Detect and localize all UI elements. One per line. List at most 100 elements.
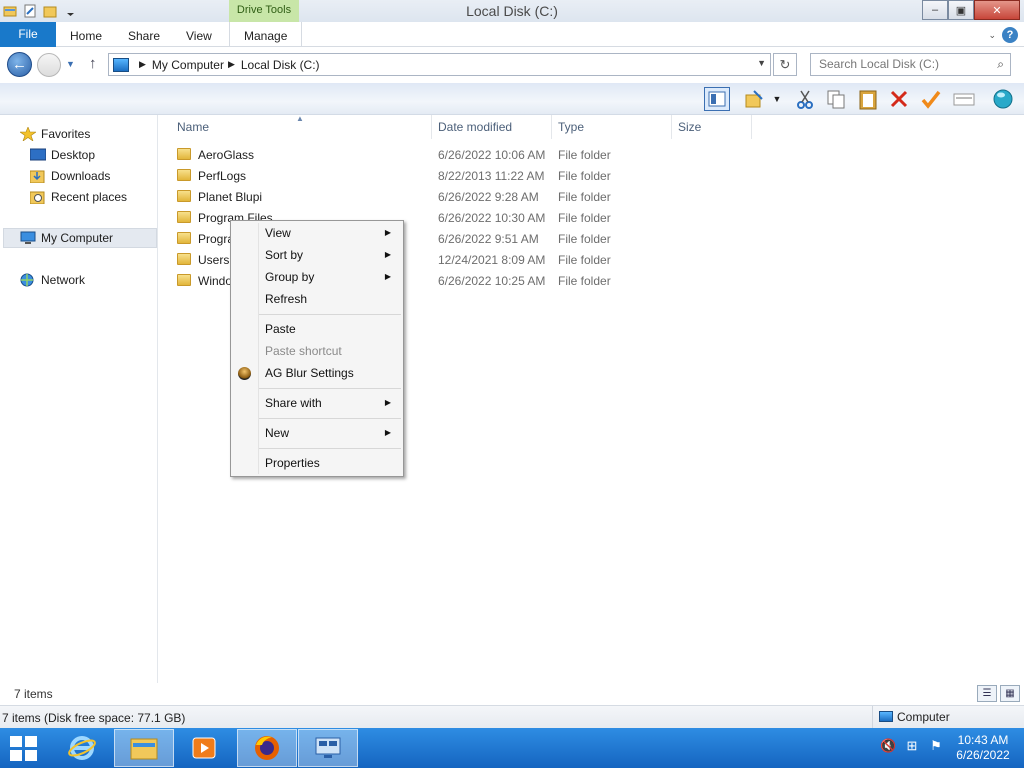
start-button[interactable] xyxy=(10,736,38,762)
folder-icon xyxy=(177,274,191,286)
cut-icon[interactable] xyxy=(792,87,818,111)
ribbon-tabs: File Home Share View Manage ⌄ ? xyxy=(0,22,1024,47)
list-item[interactable]: AeroGlass 6/26/2022 10:06 AM File folder xyxy=(177,145,617,166)
menu-item-new-label: New xyxy=(265,426,290,440)
copy-icon[interactable] xyxy=(823,87,849,111)
address-dropdown-icon[interactable]: ▼ xyxy=(757,58,766,68)
address-bar[interactable]: ▶ My Computer ▶ Local Disk (C:) ▼ xyxy=(108,53,771,76)
column-date-modified[interactable]: Date modified xyxy=(432,115,552,139)
help-icon[interactable]: ? xyxy=(1002,27,1018,43)
title-bar: Drive Tools Local Disk (C:) – ▣ ✕ xyxy=(0,0,1024,22)
rename-icon[interactable] xyxy=(918,87,944,111)
refresh-button[interactable]: ↻ xyxy=(773,53,797,76)
menu-item-view-label: View xyxy=(265,226,291,240)
properties-icon[interactable] xyxy=(951,87,977,111)
minimize-button[interactable]: – xyxy=(922,0,948,20)
desktop-icon xyxy=(29,148,47,162)
windows-logo-icon xyxy=(25,736,37,747)
command-toolbar: ▼ xyxy=(0,83,1024,115)
tab-home[interactable]: Home xyxy=(70,22,102,47)
list-item[interactable]: PerfLogs 8/22/2013 11:22 AM File folder xyxy=(177,166,617,187)
menu-item-sort-by[interactable]: Sort by ▶ xyxy=(233,244,401,266)
status-bar: 7 items ☰ ▦ xyxy=(0,683,1024,705)
taskbar-internet-explorer[interactable] xyxy=(52,729,112,767)
navigation-bar: ← ▼ ↑ ▶ My Computer ▶ Local Disk (C:) ▼ … xyxy=(0,47,1024,83)
menu-item-group-by[interactable]: Group by ▶ xyxy=(233,266,401,288)
ag-sphere-icon[interactable] xyxy=(990,87,1016,111)
forward-button[interactable] xyxy=(37,53,61,77)
ag-blur-icon xyxy=(238,367,251,380)
search-box[interactable]: Search Local Disk (C:) ⌕ xyxy=(810,53,1011,76)
file-date: 6/26/2022 9:28 AM xyxy=(438,190,539,204)
downloads-icon xyxy=(29,169,46,184)
file-type: File folder xyxy=(558,274,611,288)
taskbar-clock[interactable]: 10:43 AM 6/26/2022 xyxy=(948,733,1018,763)
breadcrumb-separator-icon[interactable]: ▶ xyxy=(228,59,235,70)
breadcrumb-separator-icon[interactable]: ▶ xyxy=(139,59,146,70)
breadcrumb-my-computer[interactable]: My Computer xyxy=(152,58,224,72)
tab-share[interactable]: Share xyxy=(128,22,160,47)
file-type: File folder xyxy=(558,253,611,267)
menu-item-view[interactable]: View ▶ xyxy=(233,222,401,244)
menu-separator xyxy=(259,448,401,449)
new-folder-icon[interactable] xyxy=(742,87,768,111)
list-item[interactable]: Planet Blupi 6/26/2022 9:28 AM File fold… xyxy=(177,187,617,208)
file-name: AeroGlass xyxy=(198,148,255,162)
remote-desktop-icon xyxy=(315,737,341,758)
menu-item-refresh[interactable]: Refresh xyxy=(233,288,401,310)
taskbar-file-explorer[interactable] xyxy=(114,729,174,767)
menu-separator xyxy=(259,388,401,389)
nav-favorites[interactable]: Favorites xyxy=(19,124,90,144)
new-folder-dropdown-icon[interactable]: ▼ xyxy=(770,87,784,111)
submenu-arrow-icon: ▶ xyxy=(384,398,391,407)
nav-downloads[interactable]: Downloads xyxy=(29,166,110,186)
taskbar-remote-desktop[interactable] xyxy=(298,729,358,767)
file-type: File folder xyxy=(558,148,611,162)
up-button[interactable]: ↑ xyxy=(89,55,97,72)
column-size[interactable]: Size xyxy=(672,115,752,139)
network-icon xyxy=(20,273,36,287)
close-button[interactable]: ✕ xyxy=(974,0,1020,20)
action-center-icon[interactable]: ⚑ xyxy=(928,738,944,754)
tab-manage[interactable]: Manage xyxy=(229,22,303,47)
large-icons-view-icon[interactable]: ▦ xyxy=(1000,685,1020,702)
menu-item-share-with[interactable]: Share with ▶ xyxy=(233,392,401,414)
network-status-icon[interactable]: ⊞ xyxy=(904,738,920,754)
clock-date: 6/26/2022 xyxy=(956,748,1010,762)
volume-muted-icon[interactable]: 🔇 xyxy=(880,738,896,754)
breadcrumb-local-disk[interactable]: Local Disk (C:) xyxy=(241,58,320,72)
search-icon[interactable]: ⌕ xyxy=(997,54,1004,75)
taskbar-media-player[interactable] xyxy=(174,729,234,767)
computer-icon xyxy=(113,57,129,72)
file-name: Windo xyxy=(198,274,233,288)
menu-item-group-by-label: Group by xyxy=(265,270,315,284)
column-type[interactable]: Type xyxy=(552,115,672,139)
file-name: Planet Blupi xyxy=(198,190,263,204)
search-placeholder: Search Local Disk (C:) xyxy=(819,57,940,71)
recent-locations-icon[interactable]: ▼ xyxy=(66,59,75,69)
delete-icon[interactable] xyxy=(886,87,912,111)
nav-recent-places[interactable]: Recent places xyxy=(29,187,128,207)
windows-logo-icon xyxy=(10,736,22,747)
expand-ribbon-icon[interactable]: ⌄ xyxy=(988,30,996,41)
menu-item-properties[interactable]: Properties xyxy=(233,452,401,474)
tab-view[interactable]: View xyxy=(186,22,212,47)
nav-desktop[interactable]: Desktop xyxy=(29,145,95,165)
details-view-icon[interactable]: ☰ xyxy=(977,685,997,702)
taskbar-firefox[interactable] xyxy=(237,729,297,767)
paste-icon[interactable] xyxy=(855,87,881,111)
file-date: 6/26/2022 10:06 AM xyxy=(438,148,546,162)
tab-file[interactable]: File xyxy=(0,22,56,47)
menu-item-ag-blur-settings[interactable]: AG Blur Settings xyxy=(233,362,401,384)
restore-button[interactable]: ▣ xyxy=(948,0,974,20)
nav-my-computer[interactable]: My Computer xyxy=(3,228,157,248)
file-date: 6/26/2022 9:51 AM xyxy=(438,232,539,246)
sort-ascending-icon: ▲ xyxy=(296,114,304,123)
folder-icon xyxy=(177,232,191,244)
nav-recent-places-label: Recent places xyxy=(51,190,128,204)
nav-network[interactable]: Network xyxy=(20,270,85,290)
menu-item-new[interactable]: New ▶ xyxy=(233,422,401,444)
menu-item-paste[interactable]: Paste xyxy=(233,318,401,340)
preview-pane-icon[interactable] xyxy=(704,87,730,111)
back-button[interactable]: ← xyxy=(7,52,32,77)
